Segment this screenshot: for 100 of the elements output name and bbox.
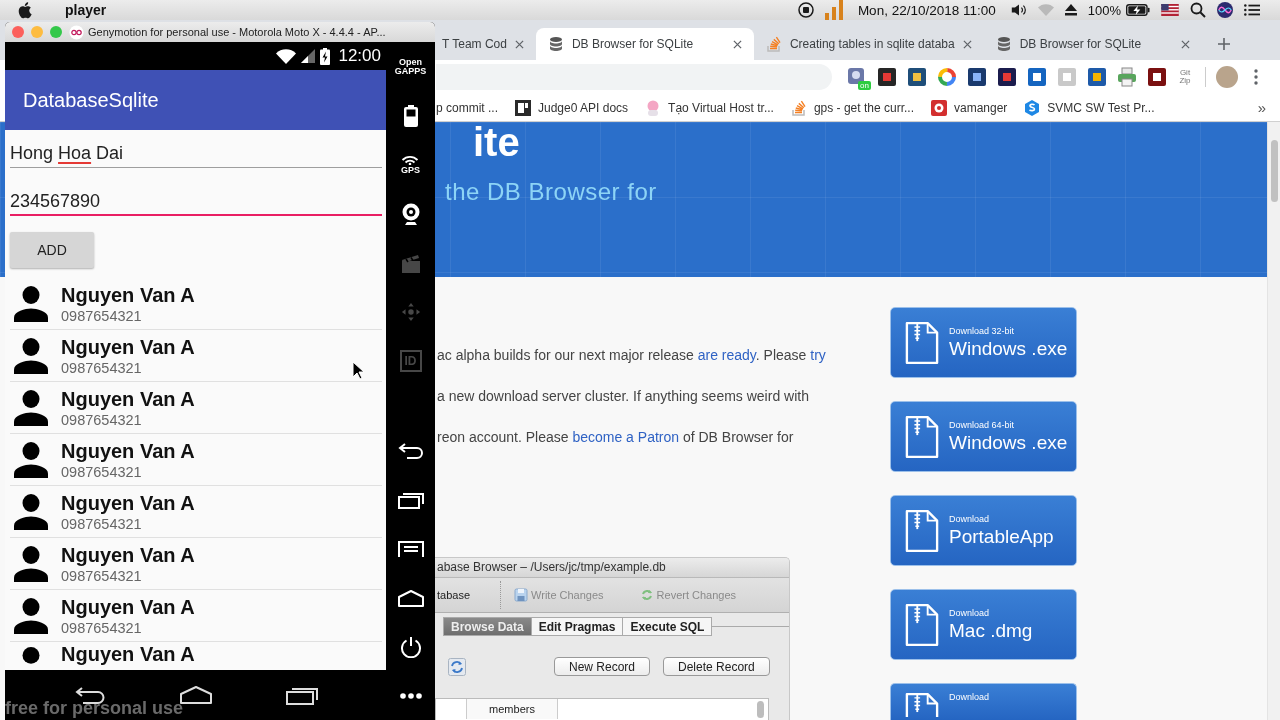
tab[interactable]: Execute SQL (623, 617, 713, 636)
personal-use-label: free for personal use (5, 698, 184, 719)
text-field[interactable]: 234567890 (10, 188, 382, 216)
signal-icon (301, 49, 316, 63)
search-icon[interactable] (1190, 2, 1206, 18)
refresh-icon[interactable] (448, 657, 466, 676)
extension-button[interactable]: Git Zip (1177, 69, 1193, 85)
revert-icon (639, 588, 654, 602)
toolbar-button[interactable]: tabase (435, 589, 471, 601)
person-icon (14, 441, 48, 478)
wifi-icon (276, 48, 297, 64)
close-icon[interactable] (514, 39, 524, 49)
more-icon[interactable] (1254, 69, 1258, 85)
paragraph-text: a new download server cluster. If anything seems weird with (437, 387, 809, 406)
bookmark-link[interactable]: gps - get the curr... (790, 99, 914, 116)
download-button[interactable]: Download (890, 683, 1077, 720)
eject-icon[interactable] (1064, 4, 1077, 16)
broadcast-icon (401, 154, 420, 165)
browser-tab[interactable]: DB Browser for SQLite (983, 28, 1202, 60)
tab[interactable]: Edit Pragmas (531, 617, 624, 636)
close-icon[interactable] (1180, 39, 1190, 49)
battery-icon[interactable] (1126, 4, 1150, 16)
extension-icon[interactable] (997, 67, 1017, 87)
download-button[interactable]: Download PortableApp (890, 495, 1077, 566)
target-icon (931, 99, 947, 116)
contact-phone: 0987654321 (61, 306, 143, 325)
bookmark-link[interactable]: vamanger (931, 99, 1008, 116)
scrollbar-thumb[interactable] (757, 701, 764, 718)
record-icon[interactable] (797, 2, 814, 18)
close-icon[interactable] (732, 39, 742, 49)
battery-percent-text[interactable]: 100% (1087, 2, 1121, 18)
recents-icon[interactable] (397, 490, 424, 509)
logo-icon (69, 24, 84, 40)
apple-icon[interactable] (18, 1, 32, 19)
contact-phone: 0987654321 (61, 358, 143, 377)
zip-file-icon (905, 692, 939, 717)
contact-name: Nguyen Van A (61, 386, 195, 411)
text-link[interactable]: are ready (697, 347, 756, 363)
more-icon[interactable] (399, 692, 422, 699)
open-gapps-button[interactable]: Open GAPPS (393, 57, 428, 76)
window-title: Genymotion for personal use - Motorola Moto X - 4.4.4 - AP... (88, 26, 386, 38)
contact-name: Nguyen Van A (61, 334, 195, 359)
hero-subtitle: the DB Browser for (445, 178, 657, 206)
app-menu-title[interactable]: player (65, 2, 107, 18)
download-button[interactable]: Download Mac .dmg (890, 589, 1077, 660)
column-header[interactable]: members (466, 699, 558, 719)
contact-name: Nguyen Van A (61, 282, 195, 307)
extension-icon[interactable] (967, 67, 987, 87)
bookmark-link[interactable]: SVMC SW Test Pr... (1024, 99, 1155, 116)
scrollbar-track[interactable] (1267, 122, 1280, 720)
browser-tab[interactable]: Creating tables in sqlite databa (753, 28, 984, 60)
contact-phone: 0987654321 (61, 514, 143, 533)
extension-icon[interactable] (1087, 67, 1107, 87)
contact-name: Nguyen Van A (61, 490, 195, 515)
contact-name: Nguyen Van A (61, 642, 195, 666)
database-icon (995, 36, 1012, 52)
overflow-chevron[interactable]: » (1257, 99, 1266, 116)
printer-icon[interactable] (1117, 67, 1137, 87)
browser-tab[interactable]: T Team Cod (436, 28, 536, 60)
text-link[interactable]: become a Patron (572, 429, 680, 445)
bookmark-link[interactable]: Judge0 API docs (515, 99, 629, 116)
contact-phone: 0987654321 (61, 410, 143, 429)
text-field[interactable]: Hong Hoa Dai (10, 140, 382, 168)
power-icon[interactable] (399, 635, 422, 658)
plus-icon[interactable] (1217, 38, 1230, 50)
menu-icon[interactable] (397, 539, 424, 558)
volume-icon[interactable] (1010, 2, 1027, 18)
status-badge: on (858, 81, 871, 90)
clock-text[interactable]: Mon, 22/10/2018 11:00 (857, 2, 996, 18)
home-icon[interactable] (179, 685, 213, 705)
tab[interactable]: Browse Data (443, 617, 532, 636)
download-button[interactable]: Download 64-bit Windows .exe (890, 401, 1077, 472)
person-icon (14, 597, 48, 634)
browser-tab[interactable]: DB Browser for SQLite (535, 28, 754, 60)
action-button[interactable]: Delete Record (663, 657, 770, 676)
extension-icon[interactable] (1147, 67, 1167, 87)
bookmark-link[interactable]: p commit ... (436, 100, 498, 115)
contact-phone: 0987654321 (61, 566, 143, 585)
add-button[interactable]: ADD (10, 232, 94, 268)
close-icon[interactable] (962, 39, 972, 49)
download-button[interactable]: Download 32-bit Windows .exe (890, 307, 1077, 378)
list-icon[interactable] (1244, 2, 1260, 18)
action-button[interactable]: New Record (554, 657, 651, 676)
siri-icon[interactable] (1217, 2, 1233, 18)
contact-name: Nguyen Van A (61, 594, 195, 619)
person-icon (14, 545, 48, 582)
contact-phone: 0987654321 (61, 462, 143, 481)
text-link[interactable]: try (810, 347, 826, 363)
recents-icon[interactable] (285, 685, 319, 705)
back-icon[interactable] (397, 441, 424, 460)
zip-file-icon (905, 414, 939, 459)
webcam-icon[interactable] (400, 202, 421, 225)
window-title: abase Browser – /Users/jc/tmp/example.db (435, 558, 789, 578)
paragraph-text: ac alpha builds for our next major release are ready. Please try (437, 346, 826, 365)
scrollbar-thumb[interactable] (1271, 140, 1278, 202)
extension-icon[interactable] (907, 67, 927, 87)
extension-icon[interactable] (877, 67, 897, 87)
bookmark-link[interactable]: Tạo Virtual Host tr... (645, 99, 774, 116)
flag-icon[interactable] (1161, 4, 1179, 16)
gps-button[interactable]: GPS (401, 154, 420, 175)
